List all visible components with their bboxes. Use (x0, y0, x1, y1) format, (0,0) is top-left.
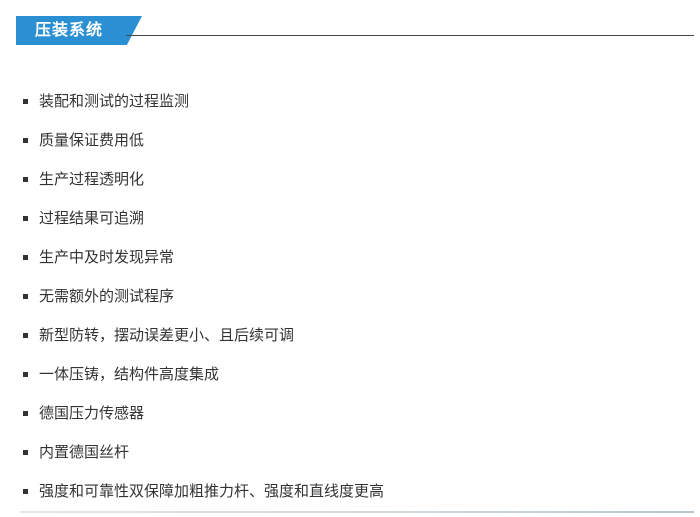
square-bullet-icon (23, 294, 28, 299)
list-item-text: 装配和测试的过程监测 (39, 92, 190, 110)
list-item: 无需额外的测试程序 (22, 283, 384, 322)
list-item-text: 强度和可靠性双保障加粗推力杆、强度和直线度更高 (39, 482, 385, 500)
list-item: 德国压力传感器 (22, 400, 384, 439)
section-title: 压装系统 (35, 20, 104, 39)
list-item-text: 质量保证费用低 (39, 131, 145, 149)
bottom-divider (20, 511, 694, 513)
square-bullet-icon (23, 255, 28, 260)
list-item: 新型防转，摆动误差更小、且后续可调 (22, 322, 384, 361)
list-item: 过程结果可追溯 (22, 205, 384, 244)
list-item-text: 无需额外的测试程序 (39, 287, 175, 305)
list-item: 一体压铸，结构件高度集成 (22, 361, 384, 400)
square-bullet-icon (23, 177, 28, 182)
section-header: 压装系统 (16, 16, 696, 46)
list-item: 生产过程透明化 (22, 166, 384, 205)
list-item-text: 一体压铸，结构件高度集成 (39, 365, 220, 383)
list-item: 装配和测试的过程监测 (22, 88, 384, 127)
square-bullet-icon (23, 411, 28, 416)
square-bullet-icon (23, 138, 28, 143)
list-item-text: 新型防转，摆动误差更小、且后续可调 (39, 326, 295, 344)
list-item: 内置德国丝杆 (22, 439, 384, 478)
feature-list: 装配和测试的过程监测 质量保证费用低 生产过程透明化 过程结果可追溯 生产中及时… (22, 88, 384, 517)
list-item-text: 生产过程透明化 (39, 170, 145, 188)
square-bullet-icon (23, 450, 28, 455)
list-item-text: 生产中及时发现异常 (39, 248, 175, 266)
list-item-text: 过程结果可追溯 (39, 209, 145, 227)
list-item-text: 内置德国丝杆 (39, 443, 130, 461)
header-divider (126, 35, 694, 36)
square-bullet-icon (23, 99, 28, 104)
list-item: 质量保证费用低 (22, 127, 384, 166)
square-bullet-icon (23, 333, 28, 338)
list-item-text: 德国压力传感器 (39, 404, 145, 422)
list-item: 生产中及时发现异常 (22, 244, 384, 283)
square-bullet-icon (23, 489, 28, 494)
square-bullet-icon (23, 372, 28, 377)
square-bullet-icon (23, 216, 28, 221)
